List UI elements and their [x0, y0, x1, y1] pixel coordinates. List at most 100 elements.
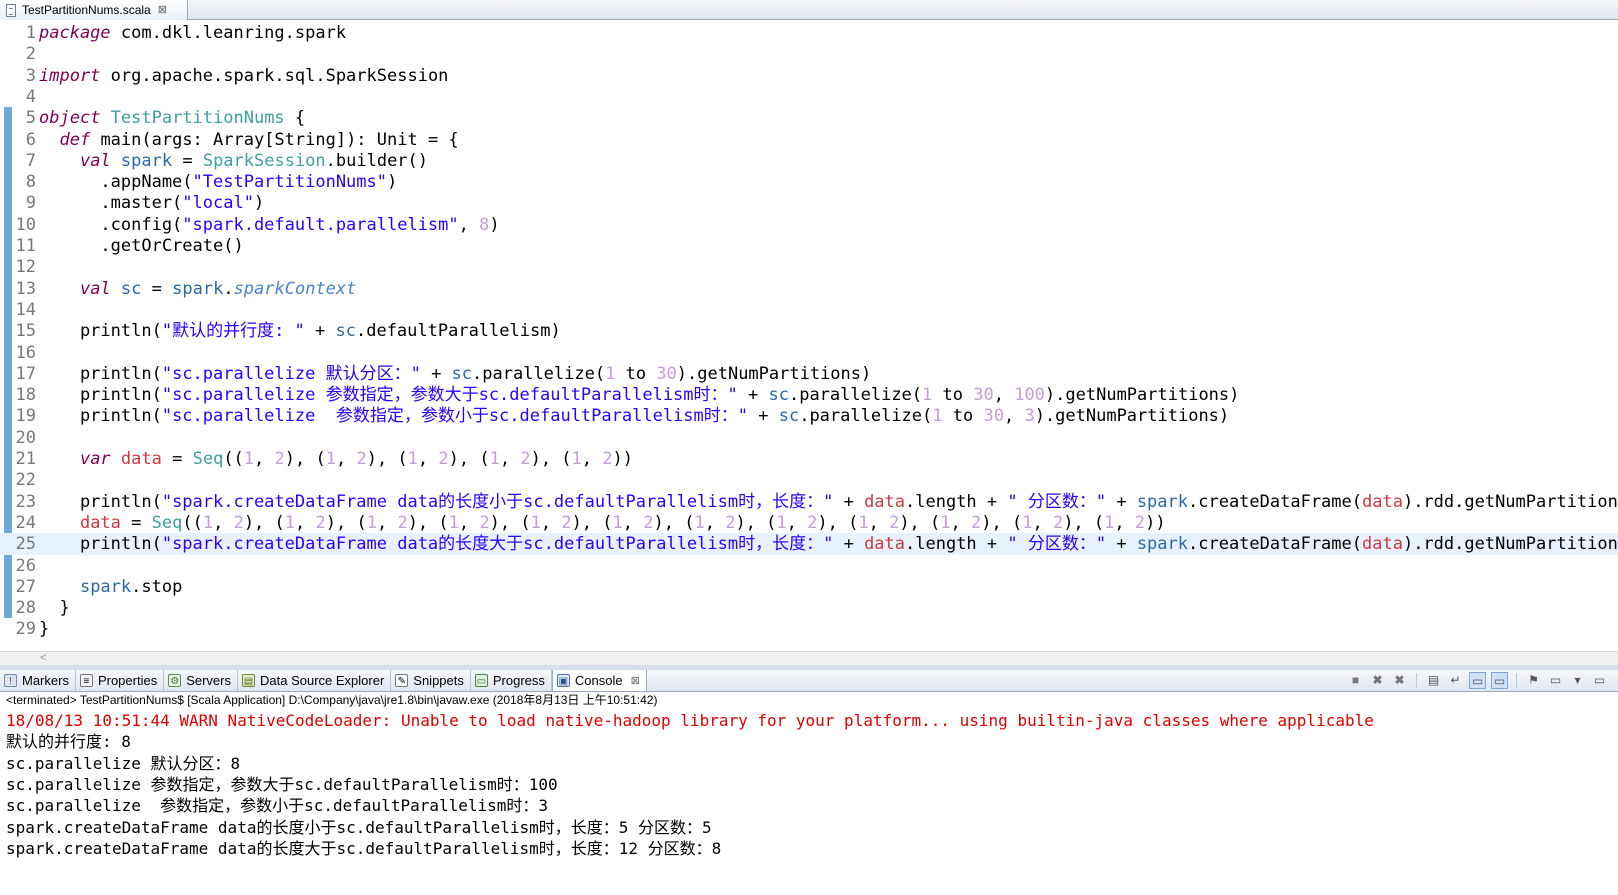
code-text: .getOrCreate()	[39, 235, 243, 257]
code-line[interactable]: 29}	[0, 618, 1618, 640]
tab-label: Properties	[97, 673, 158, 688]
code-line[interactable]: 15 println("默认的并行度: " + sc.defaultParall…	[0, 320, 1618, 342]
code-line[interactable]: 9 .master("local")	[0, 192, 1618, 214]
terminate-icon[interactable]: ■	[1347, 672, 1364, 689]
code-text: .config("spark.default.parallelism", 8)	[39, 214, 500, 236]
code-token: to	[932, 385, 974, 406]
console-output-line: sc.parallelize 参数指定，参数小于sc.defaultParall…	[6, 796, 549, 816]
dropdown-icon[interactable]: ▾	[1569, 672, 1586, 689]
code-line[interactable]: 24 data = Seq((1, 2), (1, 2), (1, 2), (1…	[0, 512, 1618, 534]
tab-markers[interactable]: ! Markers	[0, 670, 76, 691]
code-line[interactable]: 26	[0, 555, 1618, 577]
code-token: ).getNumPartitions)	[1044, 385, 1240, 406]
code-line[interactable]: 20	[0, 427, 1618, 449]
code-token: ,	[622, 512, 644, 533]
code-token: sc	[335, 321, 356, 342]
code-line[interactable]: 28 }	[0, 597, 1618, 619]
code-line[interactable]: 8 .appName("TestPartitionNums")	[0, 171, 1618, 193]
code-token: )	[489, 214, 500, 235]
console-error-line: 18/08/13 10:51:44 WARN NativeCodeLoader:…	[6, 711, 1374, 730]
code-token: ), (	[325, 512, 367, 533]
code-token: org.apache.spark.sql.SparkSession	[100, 65, 449, 86]
tab-console[interactable]: ▣ Console ⊠	[551, 670, 647, 691]
code-line[interactable]: 4	[0, 86, 1618, 108]
open-console-icon[interactable]: ▭	[1591, 672, 1608, 689]
code-token: println(	[39, 385, 162, 406]
word-wrap-icon[interactable]: ↵	[1447, 672, 1464, 689]
console-output-line: sc.parallelize 参数指定，参数大于sc.defaultParall…	[6, 774, 558, 794]
scroll-left-icon[interactable]: <	[40, 652, 46, 665]
code-line[interactable]: 12	[0, 256, 1618, 278]
code-token: ((	[182, 512, 203, 533]
code-text: val sc = spark.sparkContext	[39, 278, 356, 300]
code-token: Seq	[192, 449, 224, 469]
line-number: 13	[15, 278, 36, 299]
tab-data-source-explorer[interactable]: ▤ Data Source Explorer	[238, 670, 392, 691]
scroll-lock-icon[interactable]: ▤	[1425, 672, 1442, 689]
tab-label: Progress	[492, 673, 545, 688]
code-line[interactable]: 19 println("sc.parallelize 参数指定，参数小于sc.d…	[0, 405, 1618, 427]
code-token: ), (	[899, 512, 941, 533]
progress-icon: ▭	[474, 674, 488, 687]
tab-servers[interactable]: ⚙ Servers	[164, 670, 238, 691]
code-token: 1	[366, 512, 377, 533]
tab-progress[interactable]: ▭ Progress	[471, 670, 552, 691]
code-line[interactable]: 5 object TestPartitionNums {	[0, 107, 1618, 129]
tab-label: Console	[574, 673, 623, 688]
code-token: 2	[438, 449, 449, 469]
editor-tab-testpartitionnums[interactable]: TestPartitionNums.scala ⊠	[0, 0, 188, 20]
code-token: +	[748, 406, 779, 427]
code-line[interactable]: 3 import org.apache.spark.sql.SparkSessio…	[0, 65, 1618, 87]
code-token: ,	[499, 449, 521, 469]
code-line[interactable]: 18 println("sc.parallelize 参数指定，参数大于sc.d…	[0, 384, 1618, 406]
code-token: ), (	[735, 512, 777, 533]
code-line[interactable]: 27 spark.stop	[0, 576, 1618, 598]
editor-tab-bar: TestPartitionNums.scala ⊠	[0, 0, 1618, 20]
remove-launch-icon[interactable]: ✖	[1369, 672, 1386, 689]
code-token: package	[39, 23, 111, 43]
code-token: ), (	[448, 449, 490, 469]
tab-snippets[interactable]: ✎ Snippets	[391, 670, 471, 691]
close-icon[interactable]: ⊠	[631, 674, 640, 687]
code-token: {	[284, 108, 306, 129]
code-line[interactable]: 14	[0, 299, 1618, 321]
code-line[interactable]: 25 println("spark.createDataFrame data的长…	[0, 533, 1618, 556]
code-token: data	[864, 491, 906, 512]
code-token: spark	[172, 278, 224, 299]
code-line[interactable]: 17 println("sc.parallelize 默认分区：" + sc.p…	[0, 363, 1618, 385]
code-line[interactable]: 21 var data = Seq((1, 2), (1, 2), (1, 2)…	[0, 448, 1618, 470]
code-line[interactable]: 2	[0, 43, 1618, 65]
code-token: "sc.parallelize 参数指定，参数小于sc.defaultParal…	[161, 406, 748, 427]
code-line[interactable]: 6 def main(args: Array[String]): Unit = …	[0, 129, 1618, 151]
code-line[interactable]: 1 package com.dkl.leanring.spark	[0, 22, 1618, 44]
close-icon[interactable]: ⊠	[158, 1, 167, 20]
code-token: " 分区数："	[1007, 491, 1107, 512]
display-selected-console-icon[interactable]: ▭	[1547, 672, 1564, 689]
remove-all-terminated-icon[interactable]: ✖	[1391, 672, 1408, 689]
code-text: println("spark.createDataFrame data的长度大于…	[39, 533, 1618, 555]
code-text: package com.dkl.leanring.spark	[39, 22, 346, 44]
code-line[interactable]: 11 .getOrCreate()	[0, 235, 1618, 257]
editor-horizontal-scrollbar[interactable]: <	[0, 651, 1618, 665]
code-line[interactable]: 16	[0, 342, 1618, 364]
console-view[interactable]: <terminated> TestPartitionNums$ [Scala A…	[0, 692, 1618, 895]
show-stdout-icon[interactable]: ▭	[1469, 672, 1486, 689]
code-line[interactable]: 23 println("spark.createDataFrame data的长…	[0, 491, 1618, 513]
code-editor[interactable]: 1 package com.dkl.leanring.spark 2 3 import …	[0, 20, 1618, 651]
code-line[interactable]: 10 .config("spark.default.parallelism", …	[0, 214, 1618, 236]
code-token: def	[59, 129, 91, 150]
code-token: ,	[458, 214, 480, 235]
code-text: spark.stop	[39, 576, 182, 598]
tab-properties[interactable]: ≡ Properties	[76, 670, 165, 691]
code-token: ).getNumPartitions)	[1034, 406, 1230, 427]
code-line[interactable]: 22	[0, 469, 1618, 491]
code-token: ), (	[1063, 512, 1105, 533]
code-token: ).getNumPartitions)	[676, 363, 872, 384]
toolbar-separator	[1516, 673, 1517, 688]
code-token: to	[942, 406, 984, 427]
code-line[interactable]: 7 val spark = SparkSession.builder()	[0, 150, 1618, 172]
show-stderr-icon[interactable]: ▭	[1491, 672, 1508, 689]
code-line[interactable]: 13 val sc = spark.sparkContext	[0, 278, 1618, 300]
pin-console-icon[interactable]: ⚑	[1525, 672, 1542, 689]
